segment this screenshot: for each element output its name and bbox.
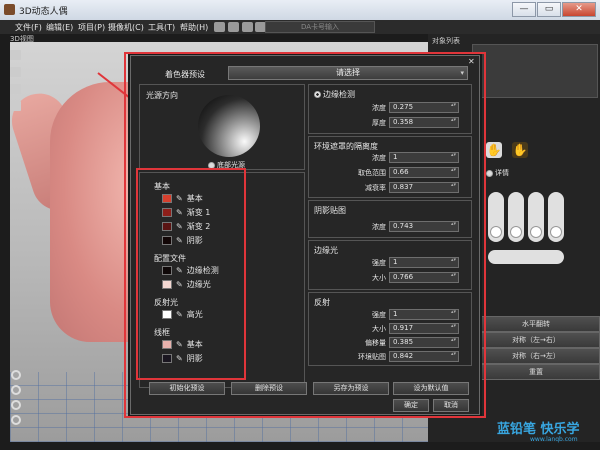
window-titlebar: 3D动态人偶 — ▭ ✕	[0, 0, 600, 20]
frame-icon[interactable]	[11, 415, 21, 425]
redo-icon[interactable]	[228, 22, 239, 32]
minimize-button[interactable]: —	[512, 2, 536, 17]
symmetry-rl-button[interactable]: 对称（右→左）	[472, 348, 600, 364]
menu-tools[interactable]: 工具(T)	[148, 22, 175, 33]
finger-slider-4[interactable]	[548, 192, 564, 242]
close-button[interactable]: ✕	[562, 2, 596, 17]
color-highlight-box	[136, 168, 246, 380]
finger-slider-2[interactable]	[508, 192, 524, 242]
slider-knob[interactable]	[510, 226, 522, 238]
view-icon[interactable]	[10, 50, 21, 60]
slider-knob[interactable]	[530, 226, 542, 238]
app-icon	[4, 4, 15, 15]
menu-edit[interactable]: 编辑(E)	[46, 22, 73, 33]
undo-icon[interactable]	[214, 22, 225, 32]
zoom-icon[interactable]	[11, 400, 21, 410]
menu-project[interactable]: 项目(P)	[78, 22, 105, 33]
finger-slider-3[interactable]	[528, 192, 544, 242]
rotate-icon[interactable]	[11, 370, 21, 380]
reset-button[interactable]: 重置	[472, 364, 600, 380]
cube-icon[interactable]	[10, 84, 21, 94]
thumb-slider[interactable]	[488, 250, 564, 264]
move-icon[interactable]	[11, 385, 21, 395]
flip-horizontal-button[interactable]: 水平翻转	[472, 316, 600, 332]
detail-label: 详情	[495, 169, 509, 177]
object-list[interactable]	[472, 44, 598, 98]
box-icon[interactable]	[10, 67, 21, 77]
grid-icon[interactable]	[10, 101, 21, 111]
window-title: 3D动态人偶	[19, 7, 68, 17]
da-code-input[interactable]: DA卡号输入	[265, 21, 375, 33]
symmetry-lr-button[interactable]: 对称（左→右）	[472, 332, 600, 348]
slider-knob[interactable]	[490, 226, 502, 238]
hand-open-icon[interactable]: ✋	[486, 142, 502, 158]
menu-file[interactable]: 文件(F)	[15, 22, 42, 33]
camera-tools	[11, 370, 21, 430]
menu-help[interactable]: 帮助(H)	[180, 22, 208, 33]
watermark-text: 蓝铅笔 快乐学	[497, 422, 580, 437]
slider-knob[interactable]	[550, 226, 562, 238]
menu-camera[interactable]: 摄像机(C)	[108, 22, 144, 33]
object-list-label: 对象列表	[432, 37, 460, 45]
maximize-button[interactable]: ▭	[537, 2, 561, 17]
finger-slider-1[interactable]	[488, 192, 504, 242]
detail-radio[interactable]	[486, 169, 493, 177]
camera-icon[interactable]	[242, 22, 253, 32]
hand-gold-icon[interactable]: ✋	[512, 142, 528, 158]
detail-option: 详情	[486, 168, 509, 178]
menubar: 文件(F) 编辑(E) 项目(P) 摄像机(C) 工具(T) 帮助(H) DA卡…	[0, 20, 600, 34]
left-toolbar	[10, 50, 23, 118]
watermark-url: www.lanqb.com	[530, 436, 578, 443]
